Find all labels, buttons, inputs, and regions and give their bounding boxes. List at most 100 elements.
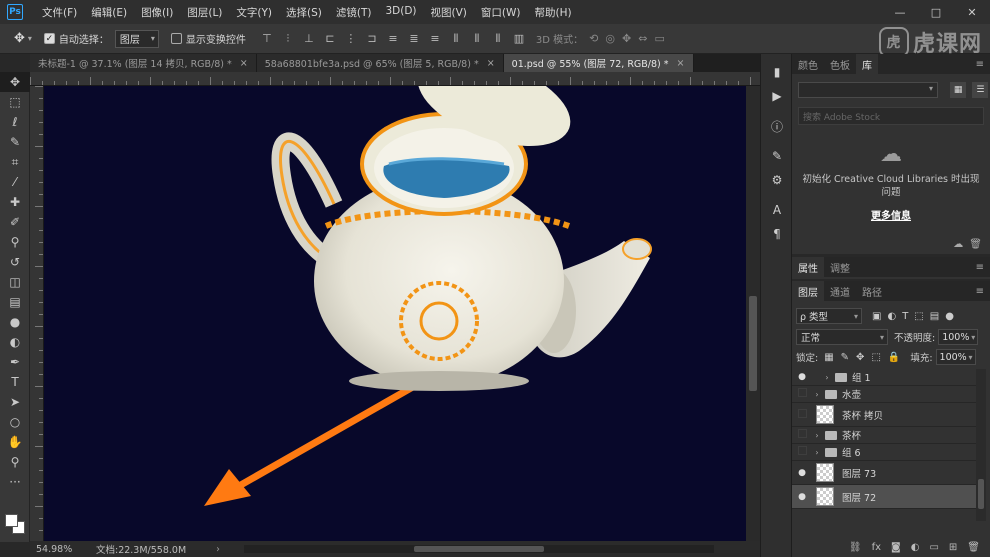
quick-select-tool-icon[interactable]: ✎: [0, 132, 30, 152]
menu-help[interactable]: 帮助(H): [528, 5, 579, 20]
foreground-color[interactable]: [5, 514, 18, 527]
type-tool-icon[interactable]: T: [0, 372, 30, 392]
visibility-toggle[interactable]: [792, 446, 812, 458]
minimize-button[interactable]: —: [882, 0, 918, 24]
filter-toggle-icon[interactable]: ●: [945, 311, 954, 322]
panel-menu-icon[interactable]: ≡: [976, 286, 984, 297]
orbit-3d-icon[interactable]: ⟲: [589, 32, 598, 45]
distribute-vcenter-icon[interactable]: ≣: [407, 32, 421, 46]
character-icon[interactable]: A: [761, 198, 793, 222]
new-group-icon[interactable]: ▭: [929, 542, 938, 553]
hand-tool-icon[interactable]: ✋: [0, 432, 30, 452]
canvas-horizontal-scrollbar[interactable]: [244, 545, 714, 553]
show-transform-checkbox[interactable]: [170, 33, 182, 44]
move-tool-icon[interactable]: ✥: [14, 31, 25, 46]
scroll-thumb[interactable]: [414, 546, 544, 552]
visibility-eye-icon[interactable]: ●: [792, 492, 812, 502]
lock-artboard-icon[interactable]: ⬚: [871, 352, 880, 363]
list-view-icon[interactable]: ☰: [972, 82, 989, 98]
align-bottom-icon[interactable]: ⊥: [302, 32, 316, 46]
maximize-button[interactable]: □: [918, 0, 954, 24]
info-icon[interactable]: ⓘ: [761, 114, 793, 138]
distribute-bottom-icon[interactable]: ≡: [428, 32, 442, 46]
scroll-thumb[interactable]: [749, 296, 757, 391]
opacity-input[interactable]: 100%: [938, 329, 979, 345]
adjustments-icon[interactable]: ⚙: [761, 168, 793, 192]
tab-color[interactable]: 颜色: [792, 54, 824, 74]
menu-edit[interactable]: 编辑(E): [84, 5, 134, 20]
tab-close-icon[interactable]: ×: [240, 58, 248, 69]
lock-all-icon[interactable]: 🔒: [888, 352, 900, 363]
slide-3d-icon[interactable]: ⇔: [638, 32, 647, 45]
link-layers-icon[interactable]: ⛓: [849, 542, 862, 553]
add-mask-icon[interactable]: ◙: [891, 542, 901, 553]
tab-close-icon[interactable]: ×: [487, 58, 495, 69]
pen-tool-icon[interactable]: ✒: [0, 352, 30, 372]
tab-adjustments[interactable]: 调整: [824, 257, 856, 277]
more-tools-icon[interactable]: ···: [0, 472, 30, 492]
panel-menu-icon[interactable]: ≡: [976, 262, 984, 273]
tab-01-psd[interactable]: 01.psd @ 55% (图层 72, RGB/8) * ×: [503, 54, 694, 72]
paragraph-icon[interactable]: ¶: [761, 222, 793, 246]
tool-preset-caret-icon[interactable]: ▾: [28, 34, 32, 43]
type-filter-icon[interactable]: T: [902, 311, 908, 322]
brush-tool-icon[interactable]: ✐: [0, 212, 30, 232]
layer-row-kettle[interactable]: › 水壶: [792, 386, 976, 403]
play-actions-icon[interactable]: ▶: [761, 84, 793, 108]
trash-icon[interactable]: 🗑: [969, 239, 982, 250]
lock-transparent-icon[interactable]: ▦: [824, 352, 833, 363]
panel-menu-icon[interactable]: ≡: [976, 59, 984, 70]
pixel-filter-icon[interactable]: ▣: [872, 311, 881, 322]
visibility-toggle[interactable]: [792, 388, 812, 400]
layer-style-icon[interactable]: fx: [872, 542, 881, 553]
marquee-tool-icon[interactable]: ⬚: [0, 92, 30, 112]
tab-libraries[interactable]: 库: [856, 54, 878, 74]
chevron-right-icon[interactable]: ›: [812, 431, 822, 440]
menu-select[interactable]: 选择(S): [279, 5, 329, 20]
visibility-eye-icon[interactable]: ●: [792, 372, 812, 382]
visibility-eye-icon[interactable]: ●: [792, 468, 812, 478]
history-brush-tool-icon[interactable]: ↺: [0, 252, 30, 272]
brush-settings-icon[interactable]: ✎: [761, 144, 793, 168]
align-vcenter-icon[interactable]: ⫶: [281, 32, 295, 46]
shape-filter-icon[interactable]: ⬚: [914, 311, 923, 322]
distribute-hcenter-icon[interactable]: ⦀: [470, 32, 484, 46]
auto-select-checkbox[interactable]: ✓: [43, 33, 55, 44]
menu-type[interactable]: 文字(Y): [229, 5, 279, 20]
zoom-level[interactable]: 54.98%: [36, 544, 88, 555]
tab-58a68801bfe3a[interactable]: 58a68801bfe3a.psd @ 65% (图层 5, RGB/8) * …: [256, 54, 504, 72]
tab-layers[interactable]: 图层: [792, 281, 824, 301]
close-button[interactable]: ✕: [954, 0, 990, 24]
document-canvas[interactable]: [44, 86, 746, 541]
menu-3d[interactable]: 3D(D): [378, 5, 423, 20]
blur-tool-icon[interactable]: ●: [0, 312, 30, 332]
menu-window[interactable]: 窗口(W): [474, 5, 528, 20]
tab-swatches[interactable]: 色板: [824, 54, 856, 74]
grid-view-icon[interactable]: ▦: [950, 82, 967, 98]
lock-image-icon[interactable]: ✎: [841, 352, 849, 363]
layers-scrollbar[interactable]: [976, 369, 986, 521]
layer-row-group-6[interactable]: › 组 6: [792, 444, 976, 461]
layer-row-teacup[interactable]: › 茶杯: [792, 427, 976, 444]
eraser-tool-icon[interactable]: ◫: [0, 272, 30, 292]
smart-object-filter-icon[interactable]: ▤: [930, 311, 939, 322]
chevron-right-icon[interactable]: ›: [812, 448, 822, 457]
more-info-link[interactable]: 更多信息: [792, 207, 990, 222]
lasso-tool-icon[interactable]: ℓ: [0, 112, 30, 132]
auto-select-target-select[interactable]: 图层: [114, 29, 159, 48]
lock-position-icon[interactable]: ✥: [856, 352, 864, 363]
menu-filter[interactable]: 滤镜(T): [329, 5, 379, 20]
align-top-icon[interactable]: ⊤: [260, 32, 274, 46]
delete-layer-icon[interactable]: 🗑: [967, 542, 980, 553]
new-adjustment-icon[interactable]: ◐: [911, 542, 920, 553]
layer-row-layer-72[interactable]: ● 图层 72: [792, 485, 976, 509]
align-right-icon[interactable]: ⊐: [365, 32, 379, 46]
scale-3d-icon[interactable]: ▭: [654, 32, 664, 45]
distribute-right-icon[interactable]: ⦀: [491, 32, 505, 46]
tab-properties[interactable]: 属性: [792, 257, 824, 277]
visibility-toggle[interactable]: [792, 429, 812, 441]
layer-row-teacup-copy[interactable]: 茶杯 拷贝: [792, 403, 976, 427]
color-swatches[interactable]: [5, 514, 27, 536]
eyedropper-tool-icon[interactable]: ⁄: [0, 172, 30, 192]
canvas-vertical-scrollbar[interactable]: [746, 86, 760, 541]
